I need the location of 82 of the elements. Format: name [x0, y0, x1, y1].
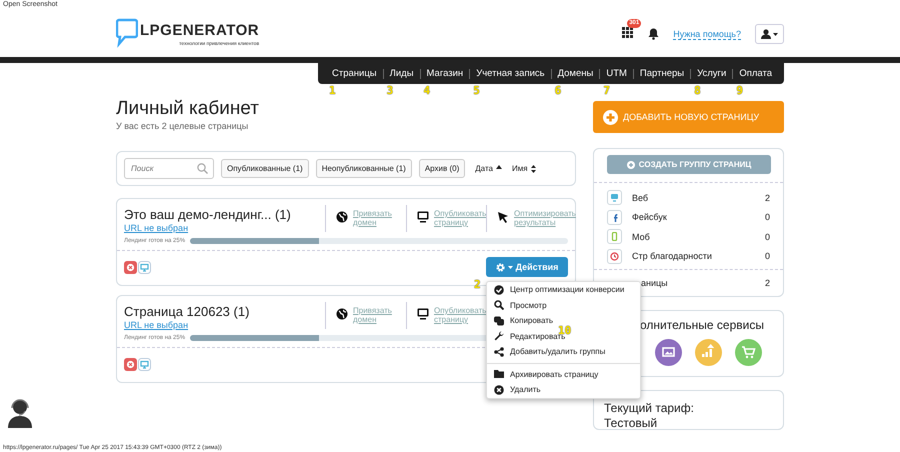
monitor-icon [417, 308, 429, 320]
search-field[interactable]: Поиск [124, 158, 214, 179]
total-count: 2 [764, 278, 770, 288]
search-icon [197, 163, 208, 174]
tariff-label: Текущий тариф: [604, 401, 695, 416]
logo-text: LPGENERATOR [140, 21, 260, 41]
user-icon [761, 29, 771, 39]
url-link[interactable]: URL не выбран [124, 223, 188, 233]
page-subtitle: У вас есть 2 целевые страницы [116, 121, 250, 131]
close-circle-icon [494, 384, 504, 395]
sort-link[interactable]: Дата [475, 164, 493, 173]
group-name[interactable]: Стр благодарности [632, 251, 765, 262]
nav-link[interactable]: Услуги [697, 68, 726, 78]
group-count: 0 [764, 232, 770, 242]
group-name[interactable]: Моб [632, 232, 765, 242]
monitor-icon [417, 211, 429, 223]
delete-icon [124, 260, 137, 274]
speech-bubble-logo-icon [116, 17, 138, 51]
services-title: олнительные сервисы [639, 318, 765, 332]
folder-icon [494, 369, 504, 380]
actions-button[interactable]: Действия [486, 257, 568, 277]
monitor-icon [138, 260, 151, 274]
nav-link[interactable]: UTM [606, 68, 627, 78]
plus-circle-icon [603, 110, 618, 124]
monitor-icon [138, 358, 151, 370]
nav-link[interactable]: Оплата [739, 68, 772, 78]
url-link[interactable]: URL не выбран [124, 320, 188, 330]
filter-button[interactable]: Архив (0) [418, 159, 466, 178]
annotation-number: 1 [329, 84, 336, 96]
gear-icon [496, 262, 505, 272]
page-name: Это ваш демо-лендинг... (1) [124, 207, 292, 222]
caret-icon [773, 32, 778, 36]
search-icon [494, 300, 504, 310]
page-title: Личный кабинет [116, 98, 260, 120]
annotation-number: 2 [474, 279, 481, 290]
group-count: 0 [764, 251, 770, 262]
plus-circle-icon [626, 160, 635, 168]
menu-item[interactable]: Архивировать страницу [510, 370, 598, 379]
nav-link[interactable]: Домены [558, 68, 594, 78]
menu-item[interactable]: Центр оптимизации конверсии [510, 285, 624, 294]
total-label: аницы [641, 278, 669, 288]
nav-link[interactable]: Страницы [332, 68, 377, 78]
help-link[interactable]: Нужна помощь? [673, 28, 741, 40]
bell-icon[interactable] [648, 28, 660, 40]
sort-link[interactable]: Имя [512, 164, 528, 173]
menu-item[interactable]: Добавить/удалить группы [510, 347, 606, 356]
caret-icon [508, 266, 513, 268]
group-count: 2 [764, 192, 770, 203]
share-icon [494, 346, 504, 357]
group-name[interactable]: Веб [632, 192, 765, 203]
support-agent-icon[interactable] [8, 398, 32, 428]
chat-bubbles-icon [494, 316, 504, 326]
menu-item[interactable]: Просмотр [510, 300, 547, 310]
globe-icon [336, 308, 348, 320]
wrench-icon [494, 331, 504, 342]
check-circle-icon [494, 284, 504, 295]
user-menu-button[interactable] [755, 24, 784, 44]
annotation-number: 9 [736, 84, 743, 96]
delete-icon [124, 358, 137, 370]
menu-item[interactable]: Копировать [510, 316, 554, 326]
annotation-number: 7 [603, 84, 610, 96]
annotation-number: 8 [694, 84, 701, 96]
sort-icon [530, 164, 537, 172]
menu-item[interactable]: Удалить [510, 385, 541, 394]
filter-button[interactable]: Неопубликованные (1) [316, 159, 412, 178]
page-name: Страница 120623 (1) [124, 304, 250, 319]
filter-button[interactable]: Опубликованные (1) [221, 159, 309, 178]
grid-icon[interactable] [622, 24, 634, 38]
nav-link[interactable]: Учетная запись [476, 68, 545, 78]
nav-link[interactable]: Лиды [390, 68, 414, 78]
group-name[interactable]: Фейсбук [632, 212, 765, 222]
annotation-number: 5 [473, 84, 480, 96]
annotation-number: 3 [386, 84, 394, 96]
tariff-name: Тестовый [604, 416, 658, 431]
nav-link[interactable]: Магазин [426, 68, 464, 78]
annotation-number: 6 [554, 84, 562, 96]
group-count: 0 [764, 212, 770, 222]
picture-frame-icon[interactable] [655, 339, 682, 366]
nav-link[interactable]: Партнеры [640, 68, 684, 78]
globe-icon [336, 211, 348, 223]
annotation-number: 4 [424, 84, 430, 96]
cursor-icon [497, 211, 509, 223]
